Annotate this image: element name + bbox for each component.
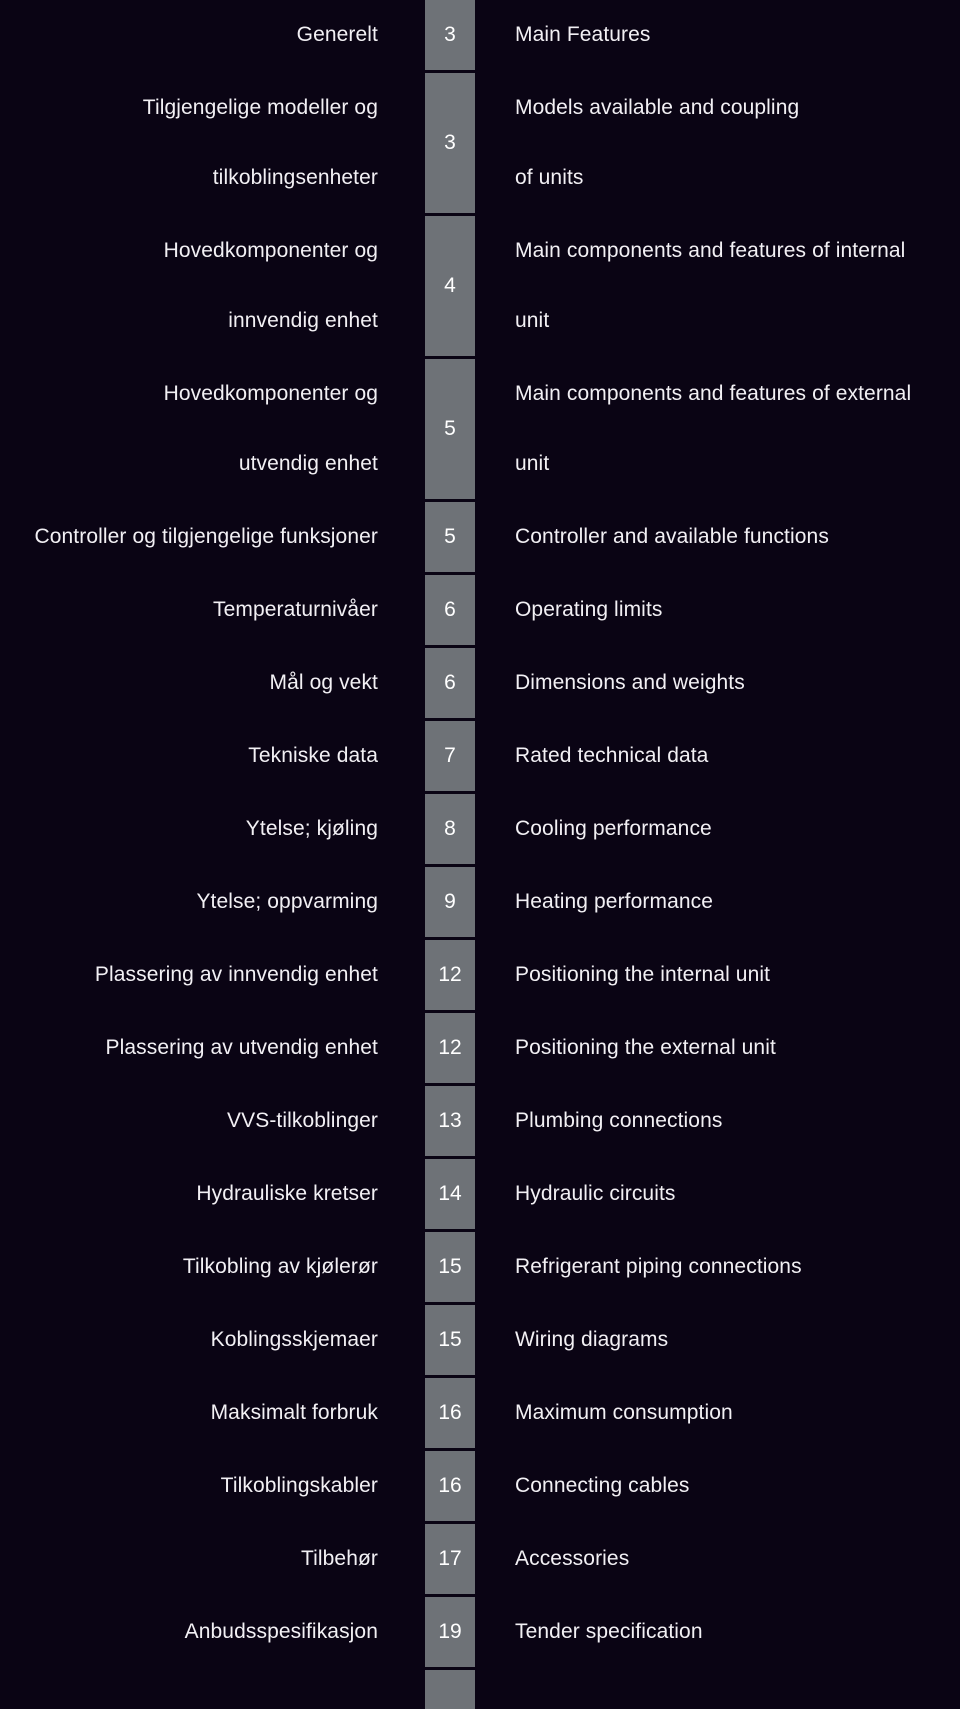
- toc-entry-title-en: Main components and features of internal…: [515, 239, 906, 332]
- toc-row[interactable]: Tilbehør 17 Accessories: [0, 1524, 960, 1597]
- toc-row[interactable]: Maksimalt forbruk 16 Maximum consumption: [0, 1378, 960, 1451]
- toc-entry-page-number[interactable]: 6: [425, 648, 475, 718]
- toc-entry-page-number[interactable]: 15: [425, 1305, 475, 1375]
- toc-entry-title-en: Heating performance: [515, 890, 714, 913]
- toc-row[interactable]: Hydrauliske kretser 14 Hydraulic circuits: [0, 1159, 960, 1232]
- toc-entry-title-en: Accessories: [515, 1547, 630, 1570]
- toc-entry-title-en: Connecting cables: [515, 1474, 690, 1497]
- toc-entry-title-en: Maximum consumption: [515, 1401, 733, 1424]
- toc-entry-page-number[interactable]: 3: [425, 73, 475, 213]
- toc-entry-page-number[interactable]: 13: [425, 1086, 475, 1156]
- toc-entry-title-no: Plassering av utvendig enhet: [105, 1036, 378, 1059]
- toc-entry-page-number[interactable]: 15: [425, 1232, 475, 1302]
- toc-entry-title-en: Wiring diagrams: [515, 1328, 669, 1351]
- toc-entry-page-number[interactable]: 12: [425, 940, 475, 1010]
- toc-entry-page-number[interactable]: 19: [425, 1597, 475, 1667]
- toc-row[interactable]: Tilkobling av kjølerør 15 Refrigerant pipi…: [0, 1232, 960, 1305]
- toc-entry-title-en: Hydraulic circuits: [515, 1182, 676, 1205]
- toc-entry-page-number[interactable]: 9: [425, 867, 475, 937]
- toc-entry-title-no: Plassering av innvendig enhet: [94, 963, 378, 986]
- toc-entry-page-number[interactable]: 3: [425, 0, 475, 70]
- toc-entry-title-en: Main components and features of external…: [515, 382, 912, 475]
- toc-row[interactable]: Temperaturnivåer 6 Operating limits: [0, 575, 960, 648]
- toc-row[interactable]: Tilgjengelige modeller og tilkoblingsenh…: [0, 73, 960, 216]
- toc-row[interactable]: Tekniske data 7 Rated technical data: [0, 721, 960, 794]
- toc-entry-title-no: VVS-tilkoblinger: [227, 1109, 378, 1132]
- toc-entry-title-no: Ytelse; oppvarming: [196, 890, 378, 913]
- toc-entry-page-number[interactable]: 14: [425, 1159, 475, 1229]
- toc-row[interactable]: Mål og vekt 6 Dimensions and weights: [0, 648, 960, 721]
- toc-entry-title-no: Tilgjengelige modeller og tilkoblingsenh…: [142, 96, 378, 189]
- toc-row[interactable]: Ytelse; kjøling 8 Cooling performance: [0, 794, 960, 867]
- toc-entry-title-en: Refrigerant piping connections: [515, 1255, 802, 1278]
- toc-entry-title-en: Positioning the external unit: [515, 1036, 776, 1059]
- toc-entry-page-number[interactable]: 5: [425, 359, 475, 499]
- toc-entry-page-number[interactable]: 16: [425, 1378, 475, 1448]
- toc-entry-title-no: Tilbehør: [300, 1547, 378, 1570]
- toc-entry-title-no: Koblingsskjemaer: [210, 1328, 378, 1351]
- toc-entry-title-no: Tilkobling av kjølerør: [182, 1255, 378, 1278]
- toc-row[interactable]: Hovedkomponenter og innvendig enhet 4 Main…: [0, 216, 960, 359]
- toc-entry-title-no: Hydrauliske kretser: [196, 1182, 378, 1205]
- toc-row[interactable]: VVS-tilkoblinger 13 Plumbing connections: [0, 1086, 960, 1159]
- toc-entry-title-no: Maksimalt forbruk: [210, 1401, 378, 1424]
- toc-bottom-spacer: [0, 1670, 960, 1709]
- toc-entry-page-number[interactable]: 5: [425, 502, 475, 572]
- toc-entry-page-number[interactable]: 12: [425, 1013, 475, 1083]
- toc-row[interactable]: Controller og tilgjengelige funksjoner 5 C…: [0, 502, 960, 575]
- toc-entry-title-no: Generelt: [296, 23, 378, 46]
- toc-row[interactable]: Anbudsspesifikasjon 19 Tender specificatio…: [0, 1597, 960, 1670]
- toc-entry-page-number[interactable]: 7: [425, 721, 475, 791]
- table-of-contents: Generelt 3 Main Features Tilgjengelige mode…: [0, 0, 960, 1709]
- toc-row[interactable]: Hovedkomponenter og utvendig enhet 5 Main …: [0, 359, 960, 502]
- toc-row[interactable]: Plassering av innvendig enhet 12 Positioni…: [0, 940, 960, 1013]
- toc-entry-title-no: Tekniske data: [248, 744, 378, 767]
- toc-entry-page-number[interactable]: 4: [425, 216, 475, 356]
- toc-entry-page-number[interactable]: 6: [425, 575, 475, 645]
- toc-entry-title-en: Models available and coupling of units: [515, 96, 800, 189]
- toc-entry-title-no: Controller og tilgjengelige funksjoner: [34, 525, 378, 548]
- toc-row[interactable]: Generelt 3 Main Features: [0, 0, 960, 73]
- toc-entry-title-en: Controller and available functions: [515, 525, 829, 548]
- toc-entry-title-en: Operating limits: [515, 598, 663, 621]
- toc-entry-title-en: Plumbing connections: [515, 1109, 723, 1132]
- toc-row[interactable]: Tilkoblingskabler 16 Connecting cables: [0, 1451, 960, 1524]
- toc-entry-title-no: Tilkoblingskabler: [220, 1474, 378, 1497]
- toc-row[interactable]: Plassering av utvendig enhet 12 Positionin…: [0, 1013, 960, 1086]
- toc-entry-title-no: Hovedkomponenter og innvendig enhet: [163, 239, 378, 332]
- toc-entry-title-no: Temperaturnivåer: [212, 598, 378, 621]
- toc-entry-title-no: Mål og vekt: [269, 671, 378, 694]
- toc-entry-page-number[interactable]: 16: [425, 1451, 475, 1521]
- toc-entry-title-en: Rated technical data: [515, 744, 709, 767]
- toc-entry-page-number[interactable]: 8: [425, 794, 475, 864]
- toc-row[interactable]: Ytelse; oppvarming 9 Heating performance: [0, 867, 960, 940]
- toc-entry-title-no: Hovedkomponenter og utvendig enhet: [163, 382, 378, 475]
- toc-entry-title-en: Positioning the internal unit: [515, 963, 771, 986]
- toc-entry-title-no: Ytelse; kjøling: [245, 817, 378, 840]
- toc-entry-title-en: Cooling performance: [515, 817, 712, 840]
- toc-entry-title-en: Dimensions and weights: [515, 671, 745, 694]
- toc-entry-title-en: Main Features: [515, 23, 651, 46]
- toc-entry-title-no: Anbudsspesifikasjon: [184, 1620, 378, 1643]
- toc-row[interactable]: Koblingsskjemaer 15 Wiring diagrams: [0, 1305, 960, 1378]
- toc-entry-page-number[interactable]: 17: [425, 1524, 475, 1594]
- toc-row-list: Generelt 3 Main Features Tilgjengelige mode…: [0, 0, 960, 1709]
- toc-entry-title-en: Tender specification: [515, 1620, 703, 1643]
